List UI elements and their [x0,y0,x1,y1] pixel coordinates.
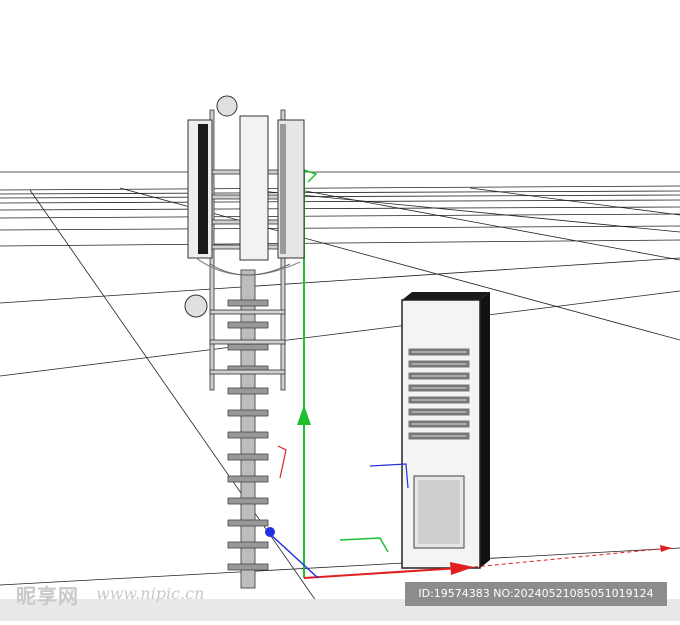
watermark-logo: 昵享网 [16,584,79,608]
image-id-label: ID:19574383 NO:20240521085051019124 [405,582,667,606]
3d-viewport[interactable]: 昵享网 www.nipic.cn ID:19574383 NO:20240521… [0,0,680,622]
equipment-cabinet-icon[interactable] [401,292,490,569]
watermark-url: www.nipic.cn [96,584,205,603]
cell-tower-icon[interactable] [184,95,305,589]
ground-grid [0,171,680,622]
scene-canvas [0,95,680,622]
